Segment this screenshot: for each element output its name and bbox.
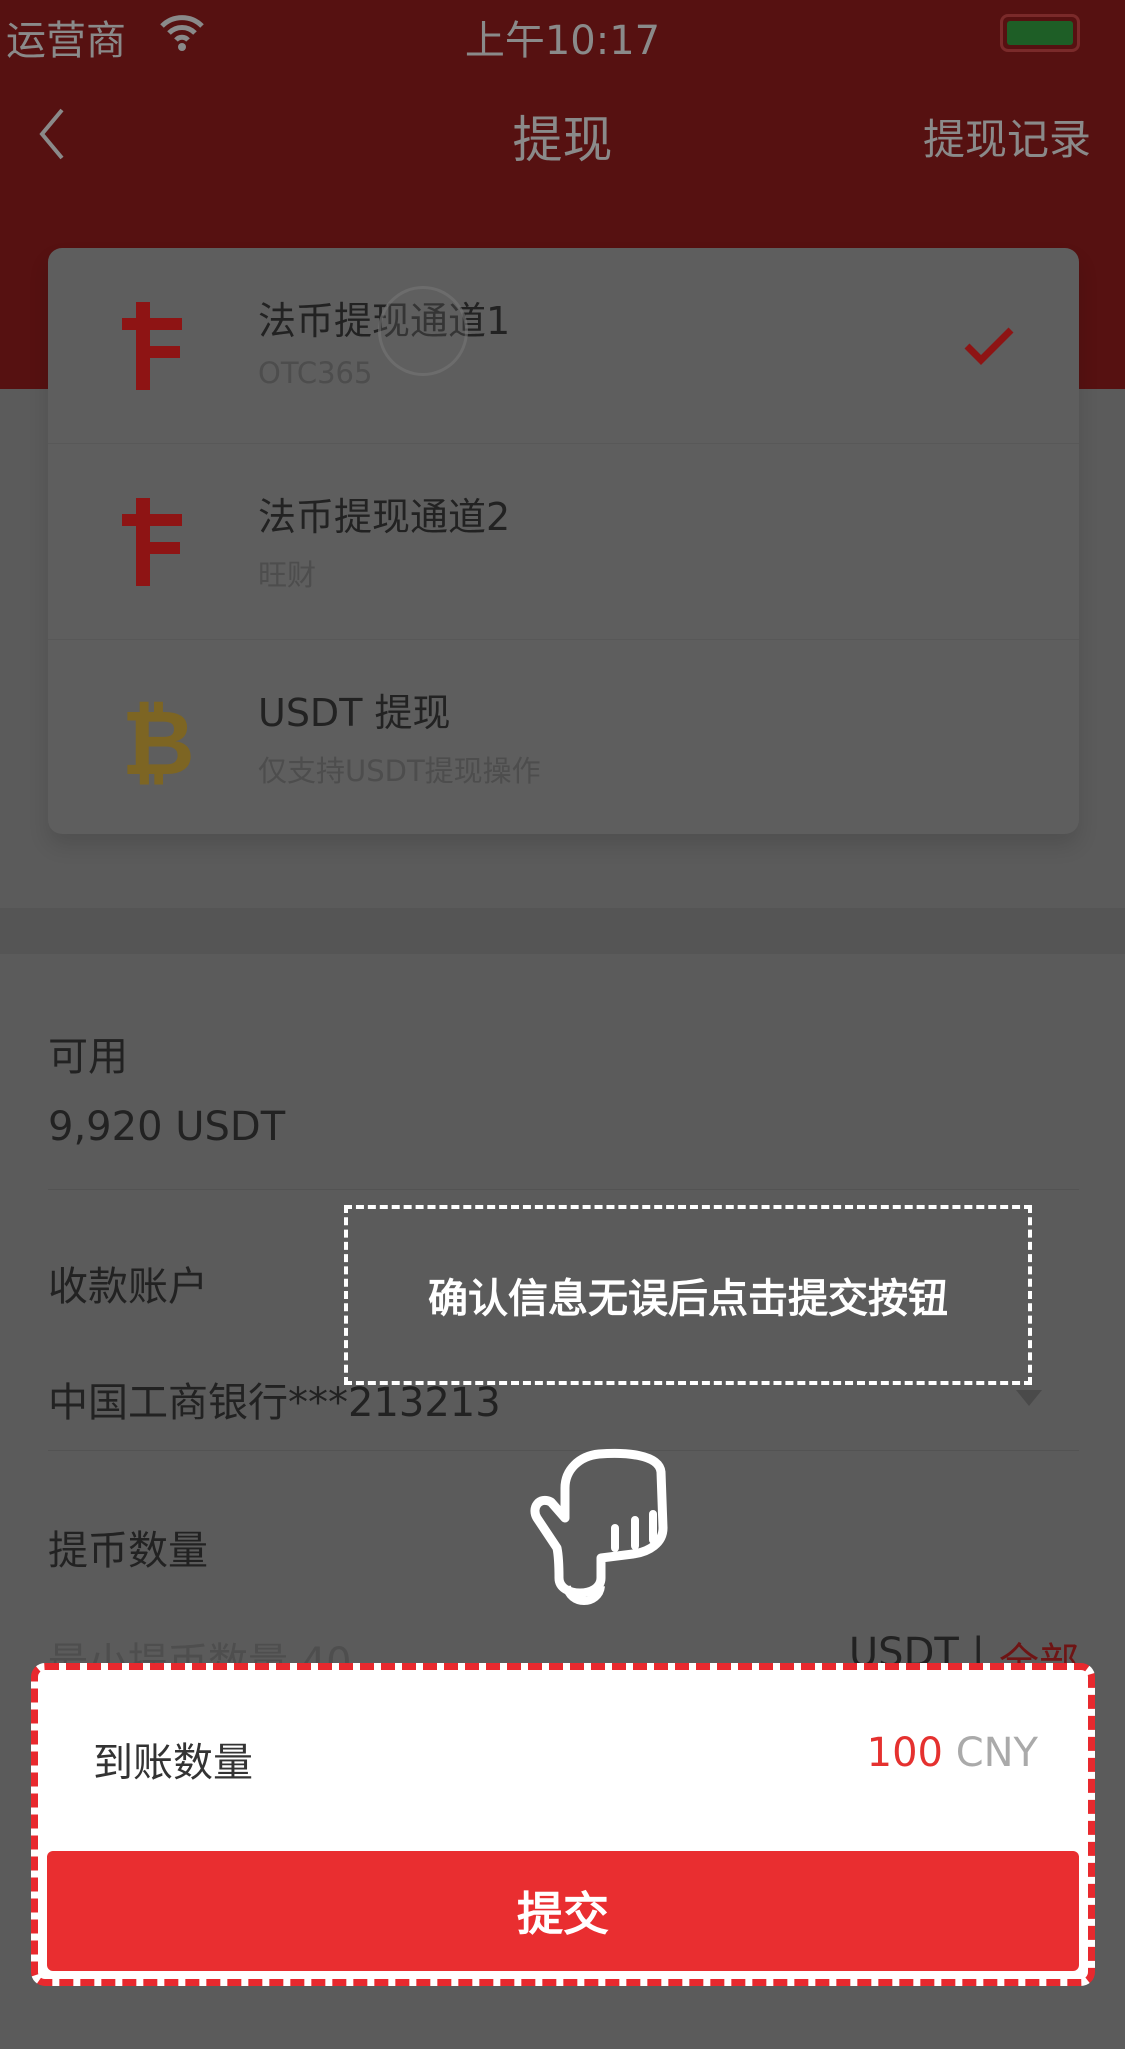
touch-indicator — [378, 286, 468, 376]
received-value: 100 CNY — [867, 1730, 1038, 1776]
guide-tooltip: 确认信息无误后点击提交按钮 — [344, 1205, 1032, 1385]
fiat-icon — [122, 498, 182, 586]
pointing-hand-icon — [530, 1448, 668, 1605]
section-separator — [0, 908, 1125, 954]
channel-list: 法币提现通道1 OTC365 法币提现通道2 旺财 ₿ USDT 提现 仅支持U… — [48, 248, 1079, 834]
battery-icon — [1000, 14, 1080, 52]
channel-subtitle: 仅支持USDT提现操作 — [258, 754, 541, 788]
amount-label: 提币数量 — [48, 1528, 208, 1574]
fiat-icon — [122, 302, 182, 390]
chevron-down-icon[interactable] — [1014, 1388, 1044, 1408]
svg-text:₿: ₿ — [121, 691, 194, 786]
channel-subtitle: 旺财 — [258, 558, 317, 592]
channel-title: 法币提现通道2 — [258, 495, 511, 539]
divider — [48, 1189, 1079, 1190]
channel-item[interactable]: 法币提现通道2 旺财 — [48, 444, 1079, 640]
withdraw-history-link[interactable]: 提现记录 — [923, 106, 1091, 167]
received-label: 到账数量 — [93, 1740, 253, 1786]
clock: 上午10:17 — [464, 18, 661, 64]
received-amount: 100 — [866, 1730, 943, 1776]
channel-title: USDT 提现 — [258, 691, 451, 735]
bitcoin-icon: ₿ — [121, 691, 194, 786]
available-label: 可用 — [48, 1034, 128, 1080]
channel-item[interactable]: 法币提现通道1 OTC365 — [48, 248, 1079, 444]
available-value: 9,920 USDT — [48, 1104, 286, 1150]
channel-item[interactable]: ₿ USDT 提现 仅支持USDT提现操作 — [48, 640, 1079, 836]
check-icon — [964, 327, 1014, 365]
received-unit: CNY — [955, 1730, 1038, 1776]
submit-button[interactable]: 提交 — [47, 1851, 1079, 1971]
channel-subtitle: OTC365 — [258, 356, 373, 390]
account-label: 收款账户 — [48, 1264, 208, 1310]
tooltip-text: 确认信息无误后点击提交按钮 — [428, 1276, 948, 1322]
bottom-panel: 到账数量 100 CNY 提交 — [31, 1663, 1095, 1986]
